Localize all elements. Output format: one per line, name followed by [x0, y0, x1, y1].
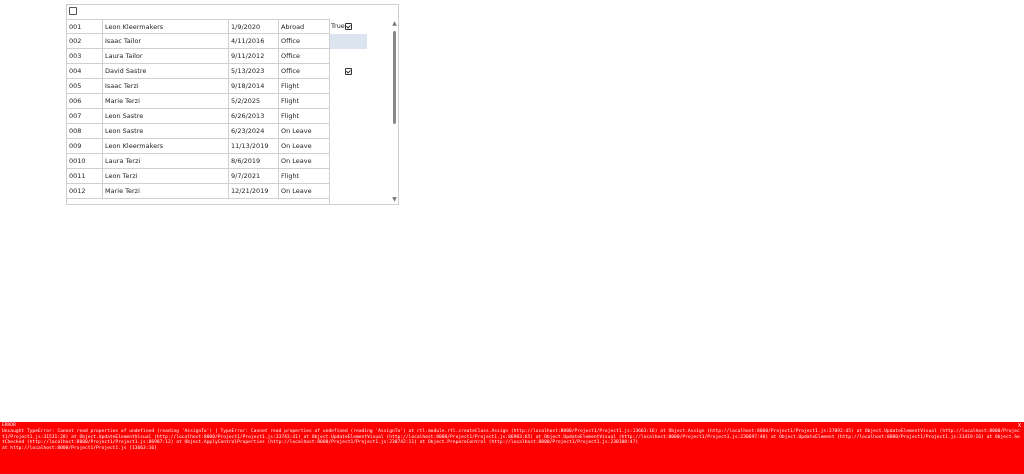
date-cell: 6/26/2013 — [229, 109, 279, 123]
date-cell: 4/11/2016 — [229, 34, 279, 48]
bool-cell-selected[interactable] — [330, 34, 367, 49]
status-cell: On Leave — [281, 187, 312, 195]
id-cell: 007 — [67, 109, 103, 123]
bool-cell-checkbox[interactable] — [330, 64, 367, 79]
id-cell: 006 — [67, 94, 103, 108]
name-cell: Leon Kleermakers — [103, 139, 229, 153]
status-cell: Flight — [281, 172, 300, 180]
date-cell: 9/7/2021 — [229, 169, 279, 183]
table-row[interactable]: 005 Isaac Terzi 9/18/2014 Flight — [67, 79, 329, 94]
status-cell: Office — [281, 67, 300, 75]
name-cell: Isaac Terzi — [103, 79, 229, 93]
name-cell: Leon Sastre — [103, 124, 229, 138]
grid-rows: 001 Leon Kleermakers 1/9/2020 Abroad 002… — [67, 19, 329, 199]
close-error-button[interactable]: X — [1018, 423, 1021, 429]
name-cell: Marie Terzi — [103, 94, 229, 108]
error-banner: ERROR Uncaught TypeError: Cannot read pr… — [0, 422, 1024, 474]
bool-cell-first[interactable]: True — [330, 19, 367, 34]
status-cell: On Leave — [281, 142, 312, 150]
status-cell: Office — [281, 37, 300, 45]
date-cell: 8/6/2019 — [229, 154, 279, 168]
id-cell: 004 — [67, 64, 103, 78]
status-cell: Flight — [281, 82, 300, 90]
table-row[interactable]: 004 David Sastre 5/13/2023 Office — [67, 64, 329, 79]
table-row[interactable]: 008 Leon Sastre 6/23/2024 On Leave — [67, 124, 329, 139]
status-cell: Flight — [281, 112, 300, 120]
status-cell: On Leave — [281, 127, 312, 135]
date-cell: 6/23/2024 — [229, 124, 279, 138]
scroll-up-arrow-icon[interactable]: ▲ — [391, 21, 398, 27]
status-cell: Flight — [281, 97, 300, 105]
date-cell: 11/13/2019 — [229, 139, 279, 153]
date-cell: 5/2/2025 — [229, 94, 279, 108]
table-row[interactable]: 0012 Marie Terzi 12/21/2019 On Leave — [67, 184, 329, 199]
table-row[interactable]: 002 Isaac Tailor 4/11/2016 Office — [67, 34, 329, 49]
table-row[interactable]: 001 Leon Kleermakers 1/9/2020 Abroad — [67, 19, 329, 34]
data-grid: 001 Leon Kleermakers 1/9/2020 Abroad 002… — [66, 4, 399, 205]
table-row[interactable]: 009 Leon Kleermakers 11/13/2019 On Leave — [67, 139, 329, 154]
name-cell: Isaac Tailor — [103, 34, 229, 48]
id-cell: 0011 — [67, 169, 103, 183]
checked-checkbox-icon[interactable] — [345, 68, 352, 75]
status-cell: On Leave — [281, 157, 312, 165]
id-cell: 002 — [67, 34, 103, 48]
table-row[interactable]: 0010 Laura Terzi 8/6/2019 On Leave — [67, 154, 329, 169]
date-cell: 5/13/2023 — [229, 64, 279, 78]
name-cell: Leon Kleermakers — [103, 20, 229, 34]
id-cell: 008 — [67, 124, 103, 138]
table-row[interactable]: 006 Marie Terzi 5/2/2025 Flight — [67, 94, 329, 109]
id-cell: 0010 — [67, 154, 103, 168]
name-cell: Leon Terzi — [103, 169, 229, 183]
table-row[interactable]: 007 Leon Sastre 6/26/2013 Flight — [67, 109, 329, 124]
name-cell: Leon Sastre — [103, 109, 229, 123]
boolean-column: True — [329, 19, 367, 204]
name-cell: David Sastre — [103, 64, 229, 78]
name-cell: Laura Tailor — [103, 49, 229, 63]
date-cell: 12/21/2019 — [229, 184, 279, 198]
date-cell: 1/9/2020 — [229, 20, 279, 34]
checked-checkbox-icon[interactable] — [345, 23, 352, 30]
id-cell: 0012 — [67, 184, 103, 198]
id-cell: 009 — [67, 139, 103, 153]
bool-value-text: True — [331, 22, 345, 30]
vertical-scrollbar-thumb[interactable] — [393, 31, 396, 124]
select-all-checkbox[interactable] — [69, 7, 77, 15]
name-cell: Marie Terzi — [103, 184, 229, 198]
id-cell: 001 — [67, 20, 103, 34]
scroll-down-arrow-icon[interactable]: ▼ — [391, 197, 398, 203]
table-row[interactable]: 0011 Leon Terzi 9/7/2021 Flight — [67, 169, 329, 184]
id-cell: 003 — [67, 49, 103, 63]
name-cell: Laura Terzi — [103, 154, 229, 168]
error-message: Uncaught TypeError: Cannot read properti… — [2, 428, 1020, 452]
date-cell: 9/11/2012 — [229, 49, 279, 63]
table-row[interactable]: 003 Laura Tailor 9/11/2012 Office — [67, 49, 329, 64]
status-cell: Office — [281, 52, 300, 60]
status-cell: Abroad — [281, 23, 305, 31]
id-cell: 005 — [67, 79, 103, 93]
date-cell: 9/18/2014 — [229, 79, 279, 93]
